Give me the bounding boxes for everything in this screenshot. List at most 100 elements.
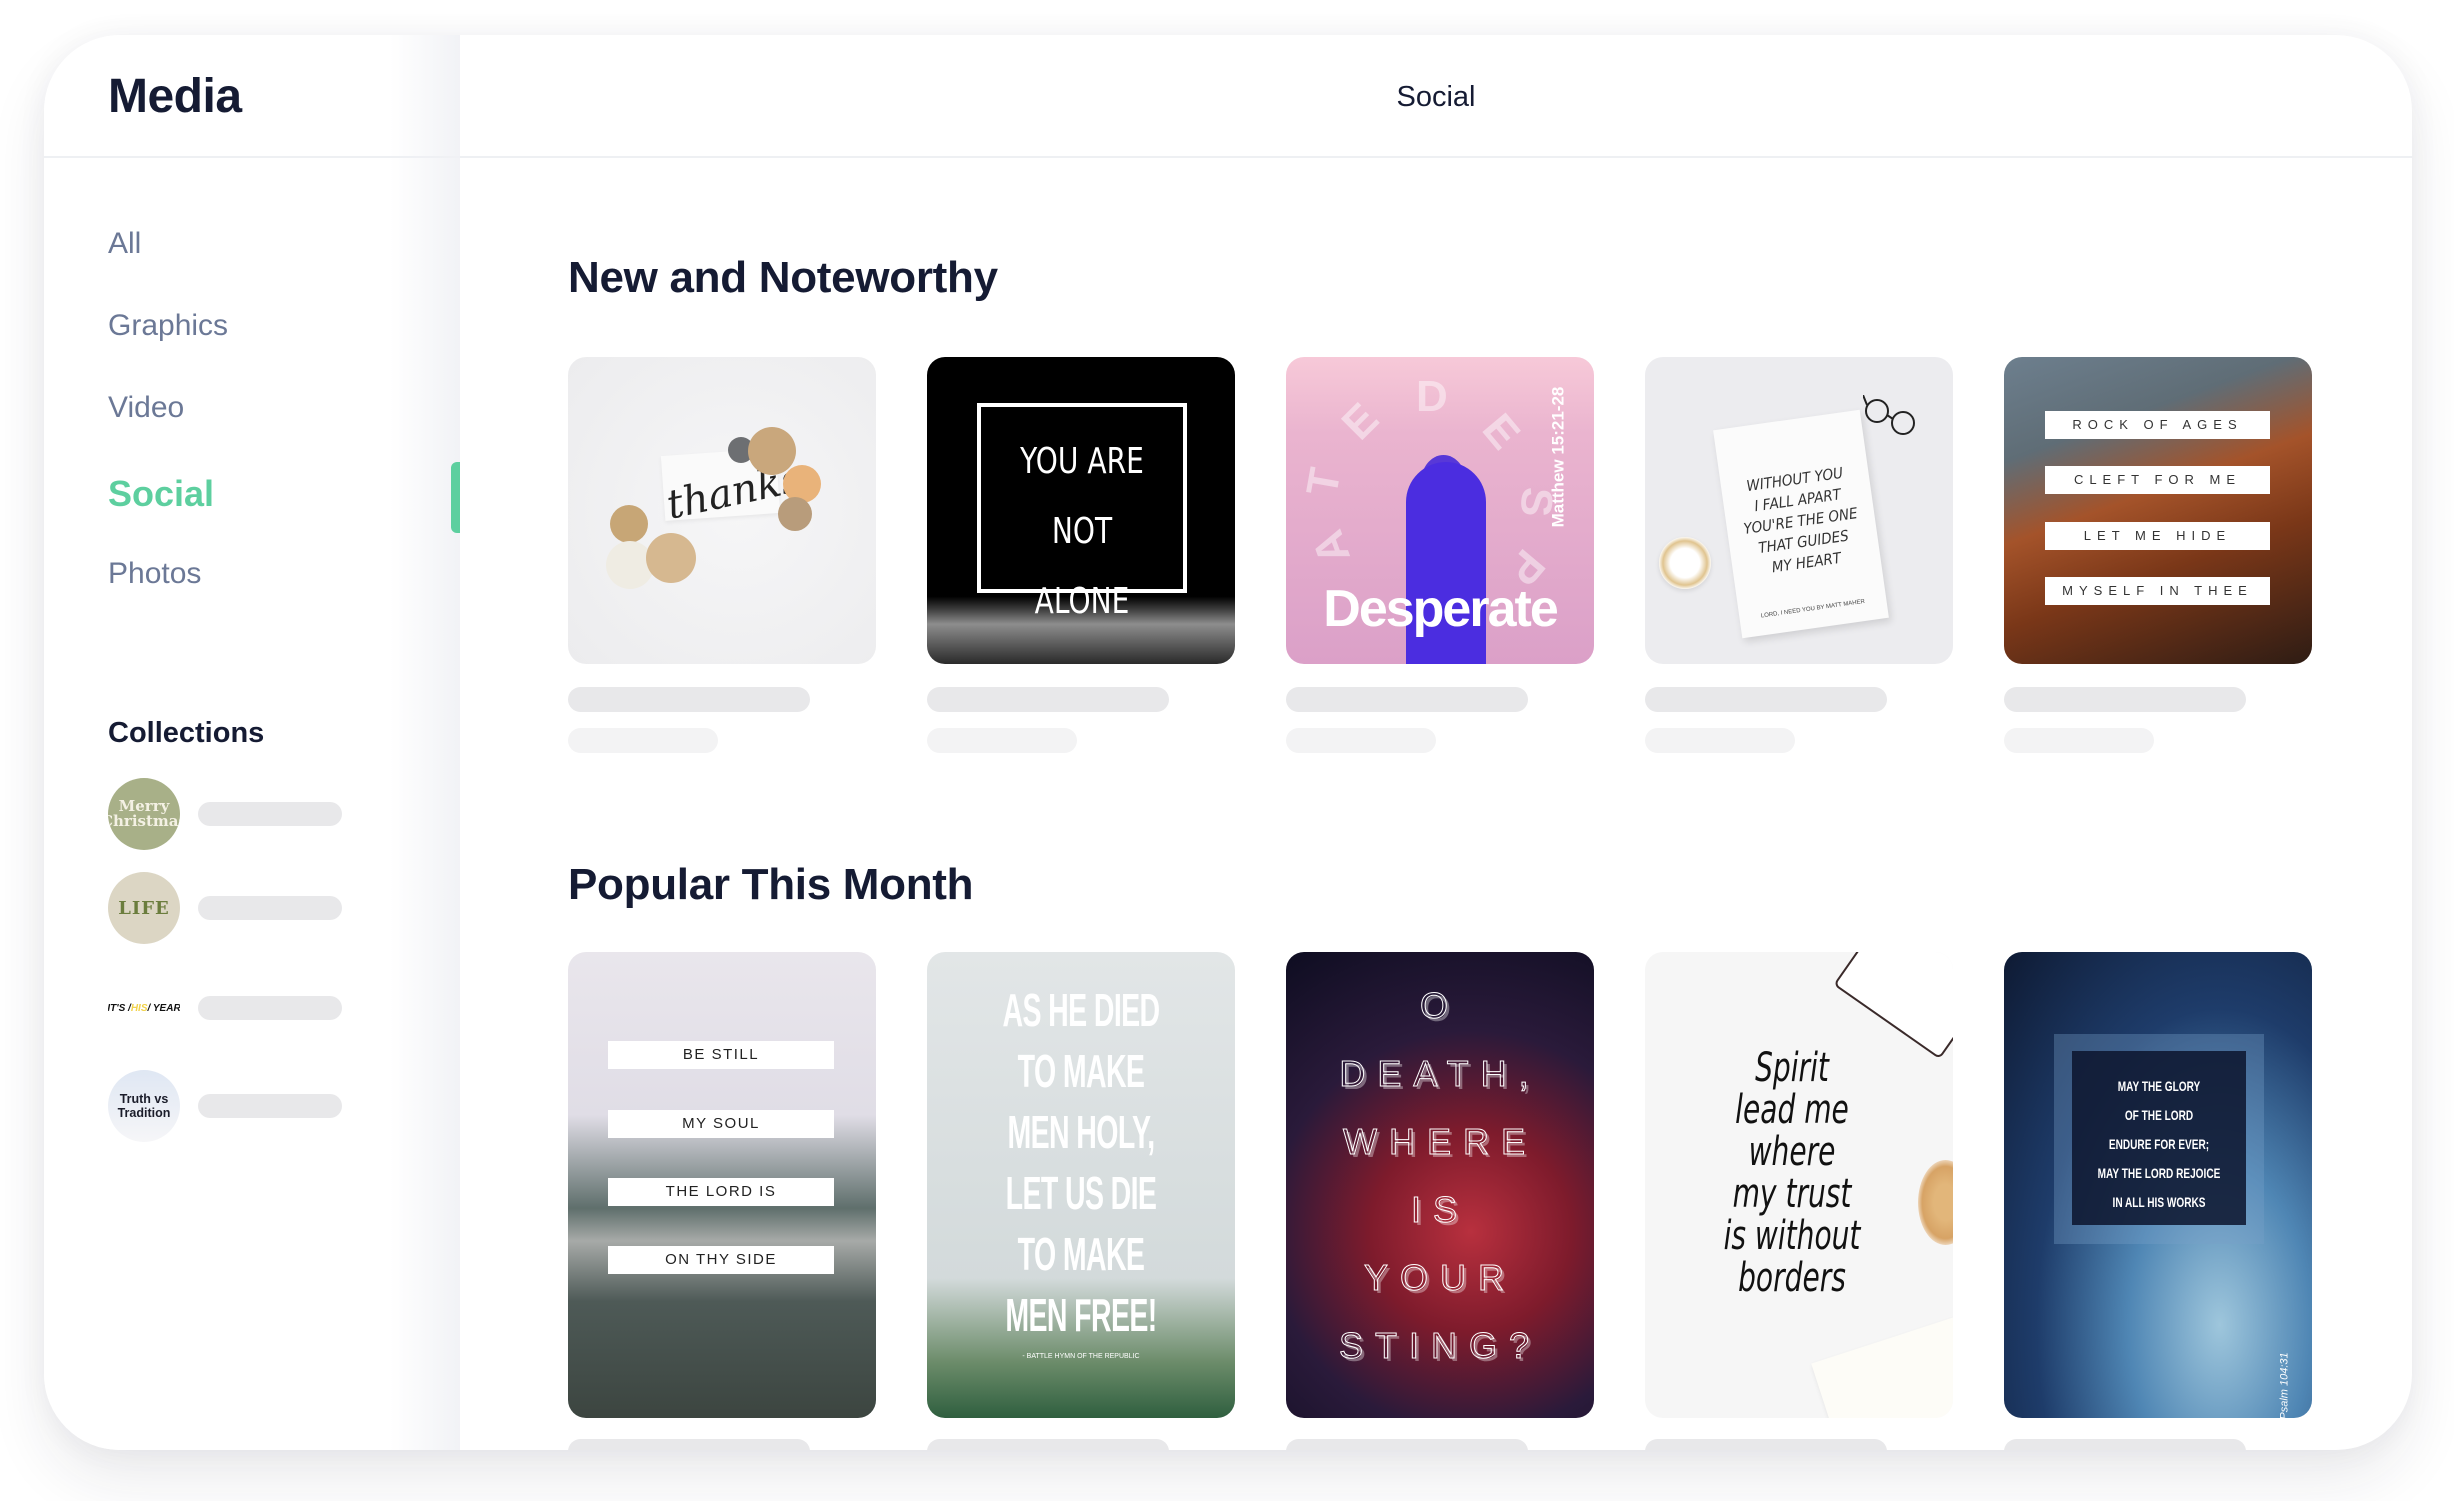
collection-name-placeholder bbox=[198, 1094, 342, 1118]
card-line: ROCK OF AGES bbox=[2045, 411, 2270, 439]
title-placeholder bbox=[927, 1439, 1169, 1450]
media-card[interactable]: ROCK OF AGES CLEFT FOR ME LET ME HIDE MY… bbox=[2004, 357, 2312, 664]
main-header: Social bbox=[460, 35, 2412, 158]
card-line: is without bbox=[1723, 1213, 1861, 1259]
card-line: STING? bbox=[1338, 1325, 1542, 1367]
collection-item[interactable]: IT'S / HIS / YEAR bbox=[108, 972, 398, 1044]
card-line: MAY THE LORD REJOICE bbox=[2097, 1165, 2221, 1181]
card-text: Spirit lead me where my trust is without… bbox=[1677, 1047, 1906, 1299]
card-line: LET US DIE bbox=[1005, 1167, 1157, 1219]
collection-thumbnail: IT'S / HIS / YEAR bbox=[108, 972, 180, 1044]
card-line: YOUR bbox=[1363, 1257, 1516, 1299]
card-text: WITHOUT YOU I FALL APART YOU'RE THE ONE … bbox=[1720, 459, 1881, 584]
card-credit: - BATTLE HYMN OF THE REPUBLIC bbox=[1022, 1353, 1140, 1360]
card-book: WITHOUT YOU I FALL APART YOU'RE THE ONE … bbox=[1713, 409, 1889, 639]
media-card[interactable]: MAY THE GLORY OF THE LORD ENDURE FOR EVE… bbox=[2004, 952, 2312, 1418]
card-text: MAY THE GLORY OF THE LORD ENDURE FOR EVE… bbox=[2083, 1072, 2234, 1217]
card-letter: T bbox=[1297, 464, 1351, 500]
collection-thumbnail: Truth vs Tradition bbox=[108, 1070, 180, 1142]
thumbnail-text-highlight: HIS bbox=[130, 1002, 148, 1014]
active-nav-indicator bbox=[451, 462, 460, 533]
sidebar: Media All Graphics Video Social Photos C… bbox=[44, 35, 460, 1450]
title-placeholder bbox=[568, 687, 810, 712]
collection-item[interactable]: Truth vs Tradition bbox=[108, 1070, 398, 1142]
section-title-new: New and Noteworthy bbox=[568, 253, 998, 302]
card-letter: A bbox=[1302, 523, 1360, 571]
card-line: where bbox=[1748, 1129, 1836, 1175]
sidebar-item-all[interactable]: All bbox=[108, 227, 141, 261]
page-title: Social bbox=[1396, 81, 1476, 113]
sidebar-item-video[interactable]: Video bbox=[108, 391, 184, 425]
card-reference: Matthew 15:21-28 bbox=[1548, 386, 1568, 528]
card-line: O bbox=[1419, 985, 1460, 1027]
media-card[interactable]: AS HE DIED TO MAKE MEN HOLY, LET US DIE … bbox=[927, 952, 1235, 1418]
title-placeholder bbox=[927, 687, 1169, 712]
title-placeholder bbox=[1645, 1439, 1887, 1450]
sidebar-header: Media bbox=[44, 35, 460, 158]
card-line: MEN FREE! bbox=[1005, 1289, 1157, 1341]
card-letter: E bbox=[1332, 393, 1389, 450]
thumbnail-text: / YEAR bbox=[147, 1002, 181, 1014]
subtitle-placeholder bbox=[1286, 728, 1436, 753]
media-card[interactable]: thanks bbox=[568, 357, 876, 664]
section-title-popular: Popular This Month bbox=[568, 860, 974, 909]
title-placeholder bbox=[2004, 1439, 2246, 1450]
collections-heading: Collections bbox=[108, 717, 265, 749]
title-placeholder bbox=[1286, 1439, 1528, 1450]
card-line: TO MAKE bbox=[1017, 1045, 1145, 1097]
main-content: Social New and Noteworthy thanks YOU ARE… bbox=[460, 35, 2412, 1450]
card-line: MY SOUL bbox=[608, 1110, 834, 1138]
sidebar-item-photos[interactable]: Photos bbox=[108, 557, 201, 591]
title-placeholder bbox=[1286, 687, 1528, 712]
card-line: TO MAKE bbox=[1017, 1228, 1145, 1280]
card-line: WHERE bbox=[1343, 1121, 1537, 1163]
media-card[interactable]: O DEATH, WHERE IS YOUR STING? bbox=[1286, 952, 1594, 1418]
subtitle-placeholder bbox=[927, 728, 1077, 753]
collection-item[interactable]: LIFE bbox=[108, 872, 398, 944]
title-placeholder bbox=[1645, 687, 1887, 712]
card-line: CLEFT FOR ME bbox=[2045, 466, 2270, 494]
flower-icon bbox=[778, 497, 812, 531]
collection-name-placeholder bbox=[198, 996, 342, 1020]
app-title: Media bbox=[108, 70, 242, 123]
card-line: OF THE LORD bbox=[2124, 1107, 2194, 1123]
subtitle-placeholder bbox=[1645, 728, 1795, 753]
subtitle-placeholder bbox=[2004, 728, 2154, 753]
card-line: lead me bbox=[1735, 1087, 1849, 1133]
flower-icon bbox=[610, 505, 648, 543]
collection-thumbnail: LIFE bbox=[108, 872, 180, 944]
card-line: THE LORD IS bbox=[608, 1178, 834, 1206]
card-line: ENDURE FOR EVER; bbox=[2108, 1136, 2210, 1152]
coffee-cup bbox=[1659, 537, 1711, 589]
card-line: DEATH, bbox=[1339, 1053, 1541, 1095]
card-text: YOU ARE NOT ALONE bbox=[1020, 441, 1144, 622]
media-card[interactable]: WITHOUT YOU I FALL APART YOU'RE THE ONE … bbox=[1645, 357, 1953, 664]
collection-item[interactable]: Merry Christmas bbox=[108, 778, 398, 850]
media-card[interactable]: Spirit lead me where my trust is without… bbox=[1645, 952, 1953, 1418]
card-text: Desperate bbox=[1323, 580, 1558, 638]
open-bible bbox=[1811, 1317, 1953, 1418]
title-placeholder bbox=[568, 1439, 810, 1450]
card-reference: Psalm 104:31 bbox=[2278, 1352, 2291, 1418]
card-line: ON THY SIDE bbox=[608, 1246, 834, 1274]
card-line: MEN HOLY, bbox=[1007, 1106, 1155, 1158]
media-card[interactable]: BE STILL MY SOUL THE LORD IS ON THY SIDE bbox=[568, 952, 876, 1418]
card-credit: LORD, I NEED YOU BY MATT MAHER bbox=[1760, 598, 1866, 620]
notebook bbox=[1833, 952, 1953, 1060]
card-line: my trust bbox=[1732, 1171, 1852, 1217]
sidebar-item-social[interactable]: Social bbox=[108, 473, 214, 515]
media-window: Media All Graphics Video Social Photos C… bbox=[44, 35, 2412, 1450]
collection-name-placeholder bbox=[198, 896, 342, 920]
card-line: Spirit bbox=[1755, 1045, 1829, 1091]
card-line: IS bbox=[1410, 1189, 1469, 1231]
media-card[interactable]: YOU ARE NOT ALONE bbox=[927, 357, 1235, 664]
thumbnail-text: IT'S / bbox=[108, 1002, 131, 1014]
card-letter: D bbox=[1416, 372, 1448, 421]
media-card[interactable]: D E S P A T E Desperate Matthew 15:21-28 bbox=[1286, 357, 1594, 664]
sidebar-item-graphics[interactable]: Graphics bbox=[108, 309, 228, 343]
subtitle-placeholder bbox=[568, 728, 718, 753]
coffee-cup bbox=[1918, 1160, 1953, 1245]
glasses-icon bbox=[1863, 395, 1915, 435]
card-text: O DEATH, WHERE IS YOUR STING? bbox=[1286, 972, 1594, 1380]
card-line: AS HE DIED bbox=[1002, 984, 1160, 1036]
